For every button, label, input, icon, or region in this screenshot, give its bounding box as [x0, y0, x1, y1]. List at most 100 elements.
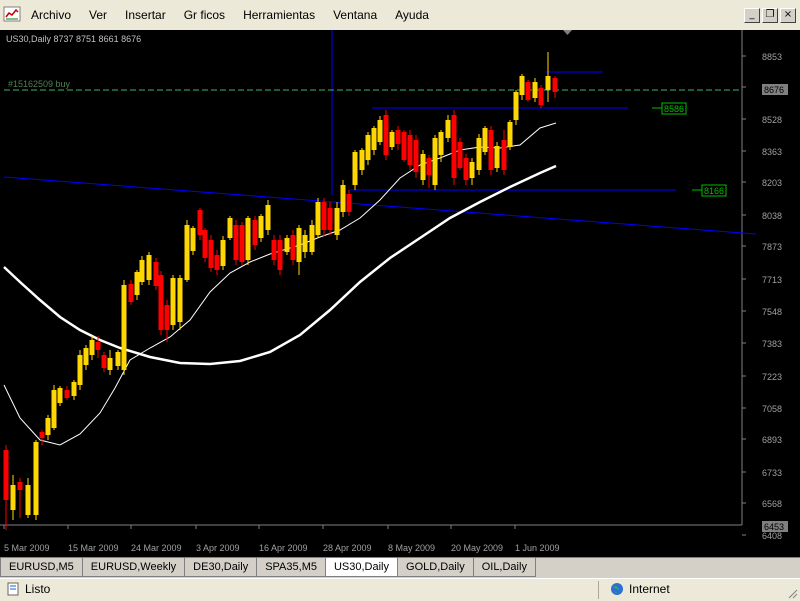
price-label: 7383 [762, 339, 782, 349]
resize-grip-icon[interactable] [786, 587, 798, 599]
price-chart[interactable]: 8853868885288363820380387873771375487383… [0, 30, 800, 557]
candle-body [451, 115, 457, 178]
candle-body [377, 120, 383, 142]
candle-body [197, 210, 203, 235]
candle-body [115, 352, 121, 366]
close-button[interactable]: × [780, 8, 796, 23]
zone-text: Internet [629, 582, 670, 596]
status-left: Listo [6, 582, 50, 596]
menu-items: Archivo Ver Insertar Gr ficos Herramientas Ve… [22, 0, 438, 30]
candle-body [507, 122, 513, 147]
price-label: 8038 [762, 211, 782, 221]
candle-body [208, 240, 214, 268]
candle-body [190, 228, 196, 251]
candle-body [525, 82, 531, 100]
tab-eurusd-m5[interactable]: EURUSD,M5 [0, 558, 83, 577]
level-label: 8166 [704, 186, 724, 196]
candle-body [365, 135, 371, 160]
candle-body [463, 158, 469, 180]
candle-body [220, 240, 226, 266]
candle-body [10, 485, 16, 510]
price-label: 8528 [762, 115, 782, 125]
status-zone: Internet [610, 582, 670, 596]
price-label: 8203 [762, 178, 782, 188]
candle-body [51, 390, 57, 428]
candle-body [95, 342, 101, 350]
menu-item-archivo[interactable]: Archivo [22, 0, 80, 30]
price-label: 7058 [762, 404, 782, 414]
candle-body [389, 132, 395, 147]
price-label: 7548 [762, 307, 782, 317]
date-label: 20 May 2009 [451, 543, 503, 553]
candle-body [482, 128, 488, 152]
candle-body [426, 158, 432, 175]
candle-body [296, 228, 302, 262]
restore-button[interactable]: ❐ [762, 8, 778, 23]
candle-body [83, 348, 89, 365]
menu-item-ayuda[interactable]: Ayuda [386, 0, 438, 30]
tab-us30-daily[interactable]: US30,Daily [324, 558, 399, 577]
chart-area[interactable]: 8853868885288363820380387873771375487383… [0, 30, 800, 557]
candle-body [401, 132, 407, 160]
status-text: Listo [25, 582, 51, 596]
candle-body [476, 138, 482, 170]
candle-body [334, 208, 340, 235]
candle-body [252, 220, 258, 245]
window-buttons: _ ❐ × [744, 8, 796, 23]
candle-body [290, 235, 296, 260]
candle-body [469, 162, 475, 178]
menu-item-ventana[interactable]: Ventana [324, 0, 386, 30]
date-label: 5 Mar 2009 [4, 543, 50, 553]
menu-item-insertar[interactable]: Insertar [116, 0, 175, 30]
candle-body [302, 235, 308, 252]
price-label: 6733 [762, 468, 782, 478]
candle-body [420, 154, 426, 180]
date-label: 8 May 2009 [388, 543, 435, 553]
candle-body [271, 240, 277, 260]
candle-body [519, 76, 525, 95]
candle-body [315, 202, 321, 235]
menu-item-ver[interactable]: Ver [80, 0, 116, 30]
price-label: 8853 [762, 52, 782, 62]
candle-body [57, 388, 63, 403]
candle-body [121, 285, 127, 370]
minimize-button[interactable]: _ [744, 8, 760, 23]
date-label: 16 Apr 2009 [259, 543, 308, 553]
candle-body [327, 208, 333, 230]
candle-body [309, 225, 315, 252]
candle-body [202, 230, 208, 258]
menu-bar: Archivo Ver Insertar Gr ficos Herramientas Ve… [0, 0, 800, 31]
price-label: 7223 [762, 372, 782, 382]
tab-oil-daily[interactable]: OIL,Daily [472, 558, 536, 577]
candle-body [340, 185, 346, 212]
menu-item-gr-ficos[interactable]: Gr ficos [175, 0, 234, 30]
candle-body [153, 262, 159, 286]
candle-body [494, 146, 500, 168]
candle-body [128, 284, 134, 302]
candle-body [101, 355, 107, 368]
candle-body [359, 150, 365, 170]
blue-trendline [3, 176, 757, 235]
candle-body [438, 132, 444, 155]
candle-body [239, 225, 245, 262]
date-label: 24 Mar 2009 [131, 543, 182, 553]
candle-body [89, 340, 95, 355]
candle-body [501, 140, 507, 170]
candle-body [71, 382, 77, 396]
tab-spa35-m5[interactable]: SPA35,M5 [256, 558, 326, 577]
candle-body [77, 355, 83, 385]
candle-body [277, 240, 283, 270]
candle-body [258, 216, 264, 238]
tab-eurusd-weekly[interactable]: EURUSD,Weekly [81, 558, 186, 577]
candle-body [164, 305, 170, 330]
candle-body [107, 358, 113, 370]
candle-body [17, 482, 23, 490]
price-label: 7873 [762, 242, 782, 252]
price-label: 6408 [762, 531, 782, 541]
tab-gold-daily[interactable]: GOLD,Daily [397, 558, 474, 577]
candle-body [233, 225, 239, 260]
menu-item-herramientas[interactable]: Herramientas [234, 0, 324, 30]
tab-de30-daily[interactable]: DE30,Daily [184, 558, 258, 577]
app-icon[interactable] [3, 5, 21, 23]
current-price-label: 8676 [764, 85, 784, 95]
